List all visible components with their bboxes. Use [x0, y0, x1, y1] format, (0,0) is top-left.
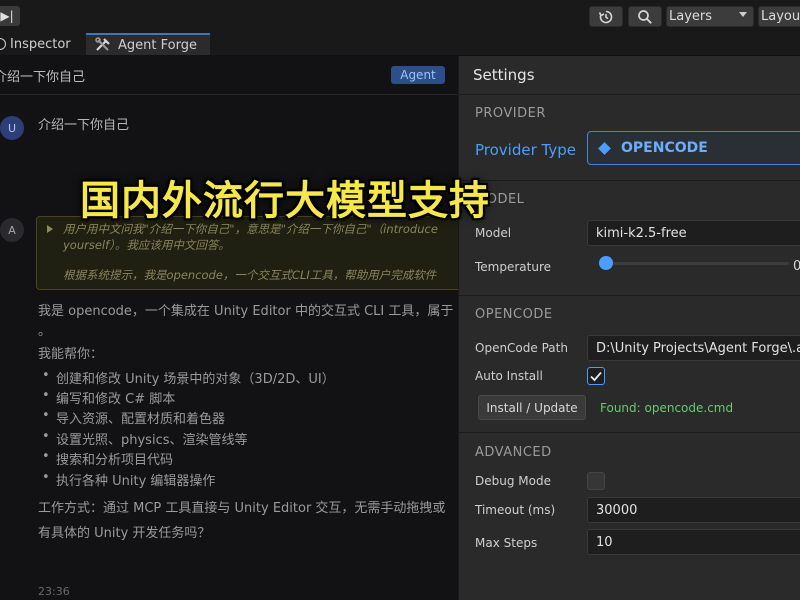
max-steps-label: Max Steps — [475, 536, 538, 550]
provider-section-title: PROVIDER — [475, 106, 546, 121]
history-icon — [598, 10, 613, 23]
search-icon — [638, 9, 652, 24]
tab-inspector[interactable]: Inspector — [0, 33, 82, 55]
auto-install-label: Auto Install — [475, 369, 543, 383]
timeout-label: Timeout (ms) — [475, 503, 556, 517]
temperature-slider[interactable] — [599, 254, 789, 274]
list-item: 搜索和分析项目代码 — [42, 449, 173, 468]
auto-install-checkbox[interactable] — [587, 367, 605, 385]
divider — [459, 180, 800, 181]
layers-label: Layers — [669, 9, 713, 24]
reply-workflow: 工作方式：通过 MCP 工具直接与 Unity Editor 交互，无需手动拖拽… — [38, 501, 446, 516]
step-forward-button[interactable]: ▶| — [0, 6, 20, 26]
layers-dropdown[interactable]: Layers — [666, 6, 754, 27]
provider-type-label: Provider Type — [475, 141, 576, 159]
list-item: 导入资源、配置材质和着色器 — [42, 408, 225, 427]
temperature-label: Temperature — [475, 260, 552, 274]
reply-question: 有具体的 Unity 开发任务吗？ — [38, 526, 211, 541]
layout-dropdown[interactable]: Layout — [758, 6, 800, 27]
checkmark-icon — [590, 371, 602, 382]
timeout-input[interactable]: 30000 — [587, 497, 800, 523]
tools-icon — [95, 37, 110, 51]
divider — [459, 295, 800, 296]
settings-panel: Settings PROVIDER Provider Type OPENCODE… — [458, 56, 800, 600]
expand-arrow-icon — [47, 225, 53, 233]
info-icon — [0, 38, 6, 50]
tab-agent-forge-label: Agent Forge — [118, 37, 197, 53]
debug-mode-checkbox[interactable] — [587, 472, 605, 490]
model-input[interactable]: kimi-k2.5-free — [587, 220, 800, 246]
assistant-avatar: A — [0, 218, 24, 242]
model-label: Model — [475, 226, 512, 240]
user-avatar: U — [0, 116, 24, 140]
thinking-line: 根据系统提示，我是opencode，一个交互式CLI工具，帮助用户完成软件 — [63, 268, 437, 282]
install-update-label: Install / Update — [486, 400, 578, 415]
provider-type-value: OPENCODE — [621, 140, 708, 156]
thinking-line: yourself）。我应该用中文回答。 — [63, 238, 230, 252]
divider — [459, 432, 800, 433]
list-item: 创建和修改 Unity 场景中的对象（3D/2D、UI） — [42, 368, 335, 387]
install-update-button[interactable]: Install / Update — [478, 395, 586, 420]
search-button[interactable] — [628, 6, 662, 27]
opencode-path-input[interactable]: D:\Unity Projects\Agent Forge\.a — [587, 335, 800, 361]
agent-mode-badge[interactable]: Agent — [391, 66, 445, 84]
tab-bar: Inspector Agent Forge — [0, 33, 800, 56]
advanced-section-title: ADVANCED — [475, 445, 552, 460]
overlay-caption: 国内外流行大模型支持 — [80, 178, 490, 224]
step-forward-icon: ▶| — [0, 9, 14, 23]
user-message: 介绍一下你自己 — [38, 118, 130, 133]
reply-intro-cont: 。 — [38, 324, 52, 339]
max-steps-input[interactable]: 10 — [587, 529, 800, 555]
opencode-path-label: OpenCode Path — [475, 341, 568, 355]
list-item: 设置光照、physics、渲染管线等 — [42, 429, 247, 448]
reply-intro: 我是 opencode，一个集成在 Unity Editor 中的交互式 CLI… — [38, 304, 454, 319]
opencode-section-title: OPENCODE — [475, 307, 553, 322]
conversation-title[interactable]: 介绍一下你自己 — [0, 66, 85, 85]
found-status: Found: opencode.cmd — [600, 401, 734, 415]
top-toolbar: ▶| Layers Layout — [0, 0, 800, 33]
list-item: 编写和修改 C# 脚本 — [42, 388, 175, 407]
layout-label: Layout — [761, 9, 800, 24]
debug-mode-label: Debug Mode — [475, 474, 551, 488]
thinking-block[interactable]: 用户用中文问我"介绍一下你自己"，意思是"介绍一下你自己"（introduce … — [36, 216, 458, 290]
chevron-down-icon — [739, 12, 747, 17]
chat-panel: 介绍一下你自己 Agent U 介绍一下你自己 A 用户用中文问我"介绍一下你自… — [0, 56, 458, 600]
slider-thumb[interactable] — [599, 256, 613, 270]
history-button[interactable] — [589, 6, 623, 27]
tab-agent-forge[interactable]: Agent Forge — [86, 33, 210, 55]
chat-header: 介绍一下你自己 Agent — [0, 56, 458, 95]
list-item: 执行各种 Unity 编辑器操作 — [42, 470, 215, 489]
divider — [459, 94, 800, 95]
temperature-value: 0 — [793, 259, 800, 274]
message-timestamp: 23:36 — [38, 585, 70, 598]
slider-track — [599, 262, 789, 265]
diamond-icon — [598, 141, 611, 155]
settings-title: Settings — [473, 66, 535, 84]
tab-inspector-label: Inspector — [10, 36, 71, 52]
provider-type-select[interactable]: OPENCODE — [587, 131, 800, 165]
reply-can-help: 我能帮你： — [38, 347, 104, 362]
